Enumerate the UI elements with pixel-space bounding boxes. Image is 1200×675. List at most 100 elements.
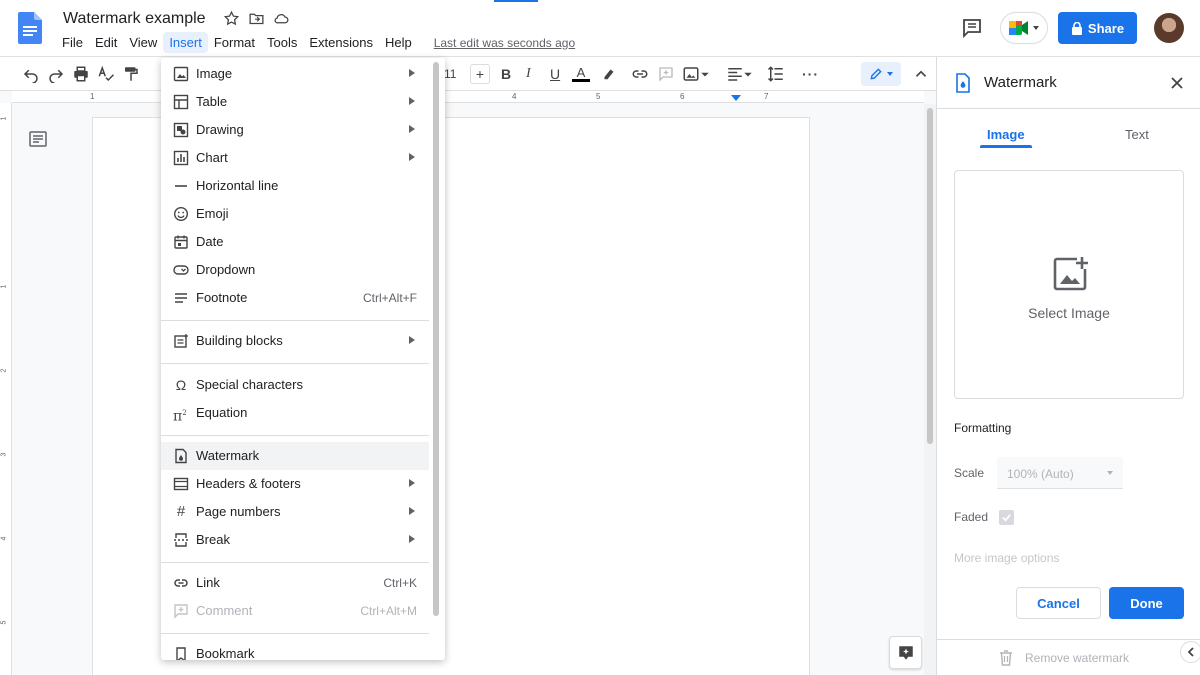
cloud-saved-icon[interactable] (273, 10, 290, 27)
menu-item-watermark[interactable]: Watermark (161, 442, 429, 470)
menu-item-date[interactable]: Date (161, 228, 429, 256)
chevron-up-icon[interactable] (912, 65, 930, 83)
google-docs-logo-icon[interactable] (18, 12, 42, 44)
menu-item-table[interactable]: Table (161, 88, 429, 116)
ruler-mark: 5 (596, 92, 601, 101)
italic-icon[interactable]: I (526, 65, 531, 83)
checkmark-icon (1002, 514, 1011, 522)
menu-item-horizontal-line[interactable]: Horizontal line (161, 172, 429, 200)
menu-item-dropdown[interactable]: Dropdown (161, 256, 429, 284)
remove-watermark-button[interactable]: Remove watermark (999, 650, 1129, 666)
faded-checkbox[interactable] (999, 510, 1014, 525)
pi-icon: π2 (173, 408, 187, 425)
more-options-icon[interactable]: ··· (802, 65, 819, 83)
move-folder-icon[interactable] (248, 10, 265, 27)
menu-view[interactable]: View (123, 32, 163, 53)
menu-item-emoji[interactable]: Emoji (161, 200, 429, 228)
increase-font-size-button[interactable]: + (470, 64, 490, 84)
scale-select[interactable]: 100% (Auto) (997, 457, 1123, 489)
menu-item-headers-footers[interactable]: Headers & footers (161, 470, 429, 498)
break-icon (174, 533, 188, 547)
date-icon (174, 235, 188, 249)
menu-item-building-blocks[interactable]: Building blocks (161, 327, 429, 355)
done-button[interactable]: Done (1109, 587, 1184, 619)
chevron-down-icon[interactable] (700, 65, 710, 83)
side-panel-toggle[interactable] (1180, 641, 1200, 663)
select-image-area[interactable]: Select Image (954, 170, 1184, 399)
ruler-mark: 1 (90, 92, 95, 101)
add-comment-icon[interactable] (657, 65, 675, 83)
remove-watermark-label: Remove watermark (1025, 651, 1130, 665)
menu-item-link[interactable]: Link Ctrl+K (161, 569, 429, 597)
close-icon[interactable] (1169, 75, 1185, 91)
ruler-mark: 4 (512, 92, 517, 101)
bold-icon[interactable]: B (501, 65, 511, 83)
active-tab-indicator (980, 145, 1032, 148)
document-title[interactable]: Watermark example (63, 10, 206, 28)
menu-file[interactable]: File (56, 32, 89, 53)
undo-icon[interactable] (22, 65, 40, 83)
menu-item-comment[interactable]: Comment Ctrl+Alt+M (161, 597, 429, 625)
line-spacing-icon[interactable] (767, 65, 785, 83)
scale-value: 100% (Auto) (1007, 467, 1074, 481)
editing-mode-button[interactable] (861, 62, 901, 86)
cancel-button[interactable]: Cancel (1016, 587, 1101, 619)
comments-icon[interactable] (960, 16, 984, 40)
menu-scrollbar-thumb[interactable] (433, 62, 439, 616)
menu-item-chart[interactable]: Chart (161, 144, 429, 172)
tab-image[interactable]: Image (987, 127, 1025, 142)
panel-footer: Remove watermark (937, 639, 1200, 675)
menu-edit[interactable]: Edit (89, 32, 123, 53)
menu-item-equation[interactable]: π2 Equation (161, 399, 429, 427)
menu-item-special-characters[interactable]: Ω Special characters (161, 371, 429, 399)
underline-icon[interactable]: U (550, 65, 560, 83)
align-left-icon[interactable] (726, 65, 744, 83)
menu-help[interactable]: Help (379, 32, 418, 53)
redo-icon[interactable] (47, 65, 65, 83)
insert-image-icon[interactable] (682, 65, 700, 83)
share-button[interactable]: Share (1058, 12, 1137, 44)
footnote-icon (175, 293, 187, 303)
spellcheck-icon[interactable] (97, 65, 115, 83)
scrollbar-thumb[interactable] (927, 108, 933, 444)
menu-item-break[interactable]: Break (161, 526, 429, 554)
chevron-down-icon[interactable] (743, 65, 753, 83)
menu-insert[interactable]: Insert (163, 32, 208, 53)
tab-text[interactable]: Text (1125, 127, 1149, 142)
link-icon[interactable] (631, 65, 649, 83)
menu-item-page-numbers[interactable]: # Page numbers (161, 498, 429, 526)
ruler-mark: 7 (764, 92, 769, 101)
menu-separator (161, 633, 429, 634)
avatar[interactable] (1154, 13, 1184, 43)
emoji-icon (173, 206, 189, 222)
explore-icon (898, 645, 913, 660)
text-color-icon[interactable]: A (572, 65, 590, 83)
menu-item-image[interactable]: Image (161, 60, 429, 88)
last-edit-link[interactable]: Last edit was seconds ago (434, 36, 575, 50)
chevron-down-icon (886, 72, 893, 76)
menu-item-bookmark[interactable]: Bookmark (161, 640, 429, 660)
right-indent-marker[interactable] (731, 95, 741, 101)
header-footer-icon (173, 477, 189, 491)
font-size-input[interactable]: 11 (444, 64, 466, 84)
menu-tools[interactable]: Tools (261, 32, 303, 53)
paint-format-icon[interactable] (122, 65, 140, 83)
document-scrollbar[interactable] (924, 104, 936, 675)
star-icon[interactable] (223, 10, 240, 27)
menu-extensions[interactable]: Extensions (303, 32, 379, 53)
insert-menu: Image Table Drawing Chart Horizontal lin… (161, 58, 445, 660)
meet-button[interactable] (1000, 12, 1048, 44)
document-outline-icon[interactable] (28, 129, 48, 149)
print-icon[interactable] (72, 65, 90, 83)
toolbar: 11 + B I U A ··· (0, 57, 936, 91)
menu-format[interactable]: Format (208, 32, 261, 53)
chevron-down-icon (1033, 26, 1039, 30)
more-image-options-link[interactable]: More image options (954, 551, 1059, 565)
horizontal-ruler[interactable]: 1 4 5 6 7 (12, 91, 924, 103)
dropdown-icon (173, 265, 189, 275)
explore-button[interactable] (889, 636, 922, 669)
vertical-ruler[interactable]: 1 1 2 3 4 5 (0, 103, 12, 675)
menu-item-drawing[interactable]: Drawing (161, 116, 429, 144)
highlight-icon[interactable] (600, 65, 618, 83)
menu-item-footnote[interactable]: Footnote Ctrl+Alt+F (161, 284, 429, 312)
